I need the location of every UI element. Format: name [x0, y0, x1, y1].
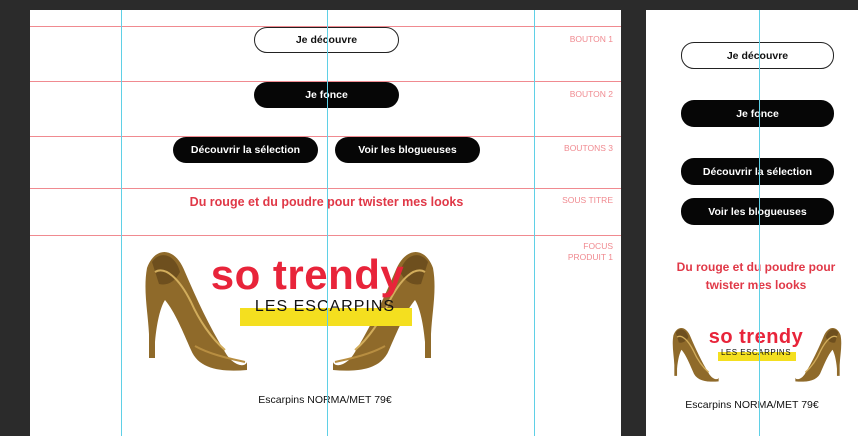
section-label-boutons-3: BOUTONS 3 [564, 143, 613, 153]
guide-horizontal [30, 235, 621, 236]
mobile-email-preview: Je découvre Je fonce Découvrir la sélect… [646, 10, 858, 436]
voir-blogueuses-button[interactable]: Voir les blogueuses [335, 137, 480, 163]
je-fonce-button[interactable]: Je fonce [681, 100, 834, 127]
section-label-bouton-2: BOUTON 2 [569, 89, 613, 99]
guide-vertical [534, 10, 535, 436]
guide-vertical [327, 10, 328, 436]
section-label-sous-titre: SOUS TITRE [562, 195, 613, 205]
product-caption: Escarpins NORMA/MET 79€ [685, 399, 819, 411]
guide-vertical [121, 10, 122, 436]
section-label-focus-produit: FOCUS PRODUIT 1 [567, 241, 613, 262]
guide-horizontal [30, 136, 621, 137]
section-subtitle: Du rouge et du poudre pour twister mes l… [676, 260, 836, 292]
product-subtitle: LES ESCARPINS [254, 298, 396, 315]
je-decouvre-button[interactable]: Je découvre [681, 42, 834, 69]
guide-horizontal [30, 188, 621, 189]
desktop-email-preview: BOUTON 1 BOUTON 2 BOUTONS 3 SOUS TITRE F… [30, 10, 621, 436]
section-label-bouton-1: BOUTON 1 [569, 34, 613, 44]
guide-vertical [759, 10, 760, 436]
product-title: so trendy [210, 251, 405, 298]
decouvrir-selection-button[interactable]: Découvrir la sélection [173, 137, 318, 163]
decouvrir-selection-button[interactable]: Découvrir la sélection [681, 158, 834, 185]
voir-blogueuses-button[interactable]: Voir les blogueuses [681, 198, 834, 225]
product-subtitle: LES ESCARPINS [720, 348, 792, 357]
product-caption: Escarpins NORMA/MET 79€ [258, 394, 392, 406]
product-title: so trendy [708, 326, 804, 348]
